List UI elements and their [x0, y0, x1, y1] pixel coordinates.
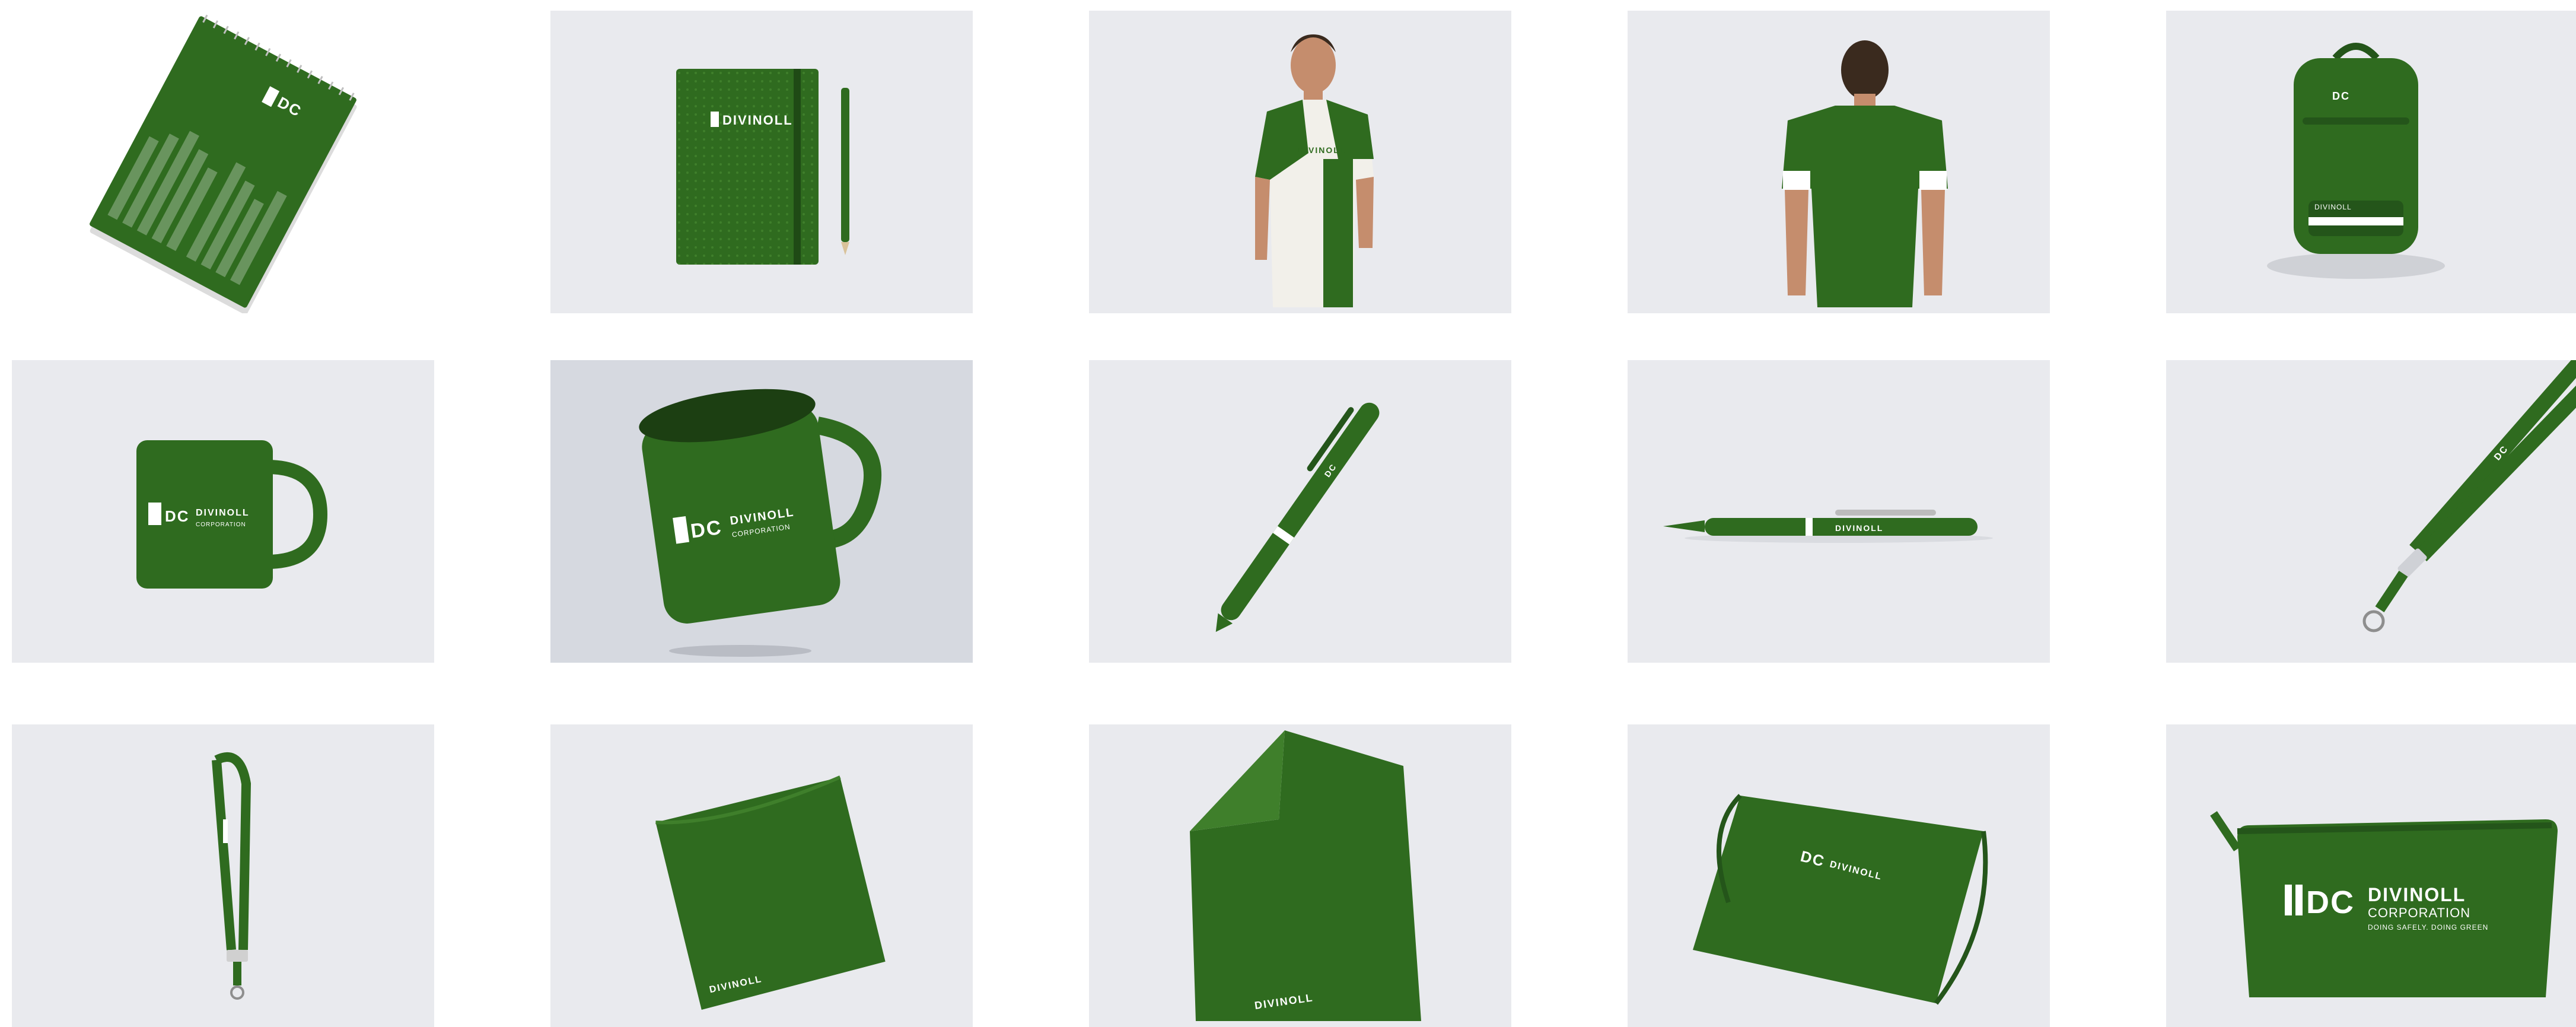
pouch-brand-name: DIVINOLL: [2368, 884, 2466, 905]
pen-horizontal-brand-mark: DIVINOLL: [1835, 523, 1883, 533]
mug-perspective-icon: DC DIVINOLL CORPORATION: [639, 389, 882, 657]
tshirt-back-tile[interactable]: [1628, 11, 2050, 313]
cloth-folded-tile[interactable]: DIVINOLL: [1089, 724, 1511, 1027]
tshirt-model-front-icon: DIVINOLL: [1255, 34, 1374, 307]
tshirt-model-back-icon: [1782, 40, 1948, 307]
ballpoint-pen-icon: DIVINOLL: [1663, 510, 1993, 543]
backpack-brand-mark: DC: [2332, 90, 2350, 102]
mug-floating-brand-mark: DC: [689, 516, 724, 543]
pen-diagonal-tile[interactable]: DC: [1089, 360, 1511, 663]
spiral-notebook-icon: DC: [90, 14, 357, 313]
mug-brand-name: DIVINOLL: [196, 508, 250, 518]
lanyard-diagonal-tile[interactable]: DC: [2166, 360, 2576, 663]
mug-icon: DC DIVINOLL CORPORATION: [136, 440, 328, 589]
lanyard-icon: DC: [2362, 360, 2576, 632]
mug-floating-tile[interactable]: DC DIVINOLL CORPORATION: [550, 360, 973, 663]
tshirt-front-tile[interactable]: DIVINOLL: [1089, 11, 1511, 313]
backpack-tile[interactable]: DC DIVINOLL: [2166, 11, 2576, 313]
pouch-brand-name-line2: CORPORATION: [2368, 905, 2470, 920]
cloth-square-tile[interactable]: DIVINOLL: [550, 724, 973, 1027]
tshirt-brand-mark: DIVINOLL: [1298, 145, 1346, 155]
mug-brand-mark: DC: [165, 507, 190, 525]
folded-towel-icon: DIVINOLL: [1190, 730, 1421, 1021]
zipper-pouch-icon: DC DIVINOLL CORPORATION DOING SAFELY. DO…: [2210, 811, 2558, 997]
notebook-brand-mark: DIVINOLL: [722, 113, 793, 128]
notebook-spiral-tile[interactable]: DC: [12, 11, 434, 313]
cleaning-cloth-icon: DIVINOLL: [655, 775, 886, 1010]
mug-flat-tile[interactable]: DC DIVINOLL CORPORATION: [12, 360, 434, 663]
pouch-brand-mark: DC: [2306, 885, 2355, 920]
backpack-icon: DC DIVINOLL: [2267, 43, 2445, 279]
pen-horizontal-tile[interactable]: DIVINOLL: [1628, 360, 2050, 663]
mug-brand-name-line2: CORPORATION: [196, 522, 246, 528]
notebook-with-pencil-icon: DIVINOLL: [676, 69, 849, 265]
lanyard-hanging-tile[interactable]: [12, 724, 434, 1027]
drawstring-bag-icon: DC DIVINOLL: [1693, 794, 1988, 1005]
ballpoint-pen-icon: DC: [1215, 402, 1380, 632]
pouch-tagline: DOING SAFELY. DOING GREEN: [2368, 923, 2488, 931]
backpack-bag-label: DIVINOLL: [2314, 203, 2352, 211]
lanyard-icon: [212, 752, 251, 1000]
drawstring-bag-tile[interactable]: DC DIVINOLL: [1628, 724, 2050, 1027]
pouch-tile[interactable]: DC DIVINOLL CORPORATION DOING SAFELY. DO…: [2166, 724, 2576, 1027]
notebook-pencil-tile[interactable]: DIVINOLL: [550, 11, 973, 313]
merchandise-gallery: DC DIVINOLL DIVINOLL DC DIVINOLL DC DIVI…: [0, 0, 2576, 1027]
